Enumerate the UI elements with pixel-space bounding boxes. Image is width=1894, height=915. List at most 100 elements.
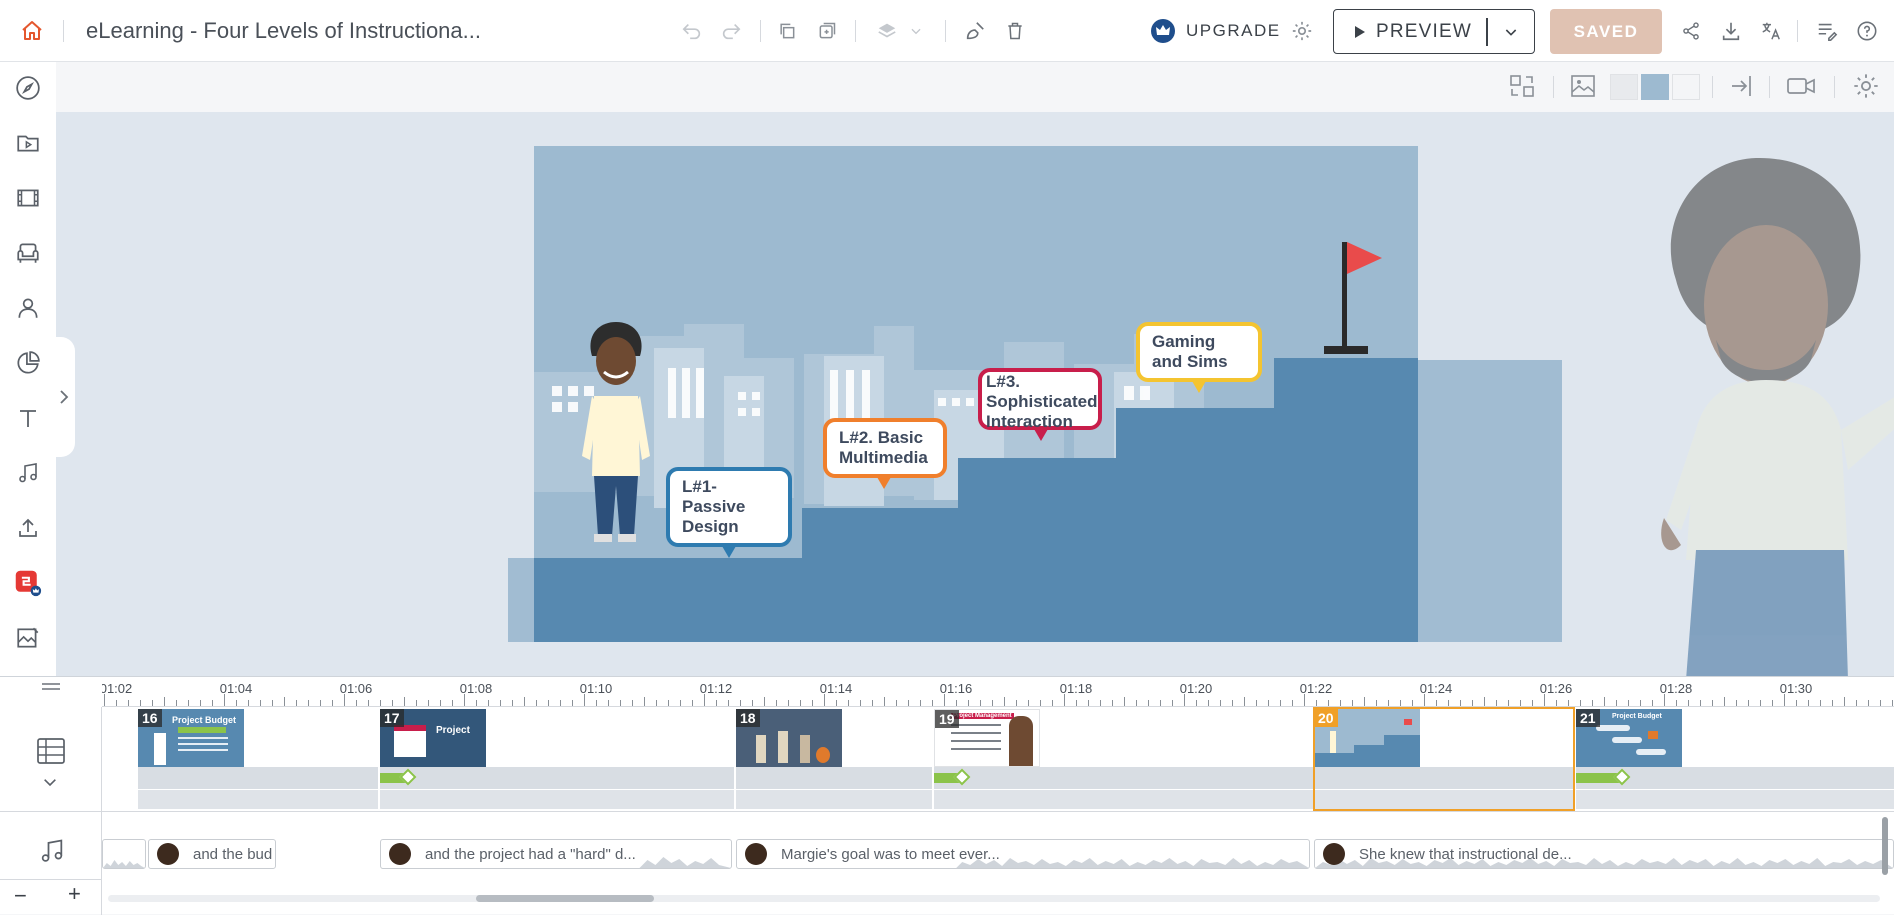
exit-icon[interactable] <box>1728 72 1756 100</box>
gear-icon[interactable] <box>1290 19 1314 43</box>
translate-icon[interactable] <box>1759 19 1783 43</box>
media-library-icon[interactable] <box>14 129 42 157</box>
scene-thumbnail[interactable]: Project Budget 21 <box>1576 709 1682 767</box>
document-title[interactable]: eLearning - Four Levels of Instructiona.… <box>86 18 481 44</box>
scene-16[interactable]: Project Budget 16 <box>138 707 378 811</box>
scene-thumbnail[interactable]: 18 <box>736 709 842 767</box>
ruler-tick <box>1484 697 1485 706</box>
scene-thumbnail[interactable]: Project Budget 16 <box>138 709 244 767</box>
divider <box>0 811 102 812</box>
ruler-tick <box>1244 697 1245 706</box>
timeline-resize-handle[interactable] <box>40 681 62 693</box>
upload-icon[interactable] <box>14 514 42 542</box>
swap-layout-icon[interactable] <box>1508 72 1536 100</box>
saved-button[interactable]: SAVED <box>1550 9 1662 54</box>
timeline-horizontal-scrollbar[interactable] <box>108 895 1880 902</box>
image-icon[interactable] <box>1569 72 1597 100</box>
video-icon[interactable] <box>14 184 42 212</box>
sidebar-expand-toggle[interactable] <box>53 337 75 457</box>
scene-19[interactable]: Project Management 19 <box>934 707 1314 811</box>
ruler-tick <box>440 700 441 706</box>
compass-icon[interactable] <box>14 74 42 102</box>
character-figure[interactable] <box>1586 140 1894 676</box>
timeline-zoom-in-button[interactable]: + <box>68 881 81 907</box>
copy-icon[interactable] <box>775 19 799 43</box>
music-icon[interactable] <box>14 459 42 487</box>
ruler-tick <box>524 697 525 706</box>
audio-clip[interactable]: She knew that instructional de... <box>1314 839 1894 869</box>
music-icon[interactable] <box>38 837 66 865</box>
timeline-zoom-out-button[interactable]: − <box>14 883 27 909</box>
audio-clip[interactable] <box>102 839 146 869</box>
timeline-vertical-scrollbar[interactable] <box>1882 817 1888 875</box>
scene-duration-bar[interactable] <box>138 767 378 789</box>
notes-icon[interactable] <box>1815 19 1839 43</box>
ruler-tick <box>1568 700 1569 706</box>
scene-duration-bar[interactable] <box>380 767 734 789</box>
help-icon[interactable] <box>1855 19 1879 43</box>
speech-bubble-gaming-sims[interactable]: Gaming and Sims <box>1136 322 1262 393</box>
ruler-tick <box>704 694 705 706</box>
preview-main-button[interactable]: PREVIEW <box>1334 10 1486 53</box>
ruler-tick <box>1544 694 1545 706</box>
scene-17[interactable]: Project 17 <box>380 707 734 811</box>
preview-button[interactable]: PREVIEW <box>1333 9 1535 54</box>
scene-duration-bar[interactable] <box>934 767 1314 789</box>
transition-marker[interactable] <box>1576 773 1620 783</box>
brand-plugin-icon[interactable] <box>14 569 42 597</box>
audio-clip-label: and the bud <box>193 846 273 863</box>
upgrade-button[interactable]: UPGRADE <box>1150 17 1281 45</box>
trash-icon[interactable] <box>1003 19 1027 43</box>
scene-duration-bar[interactable] <box>736 767 932 789</box>
swatch-blue-icon[interactable] <box>1641 74 1669 100</box>
bubble-text: L#2. Basic Multimedia <box>839 428 928 467</box>
slide-canvas[interactable]: L#1-Passive Design L#2. Basic Multimedia… <box>534 146 1418 642</box>
scrollbar-thumb[interactable] <box>476 895 654 902</box>
audio-track[interactable]: and the bud and the project had a "hard"… <box>102 835 1894 871</box>
undo-icon[interactable] <box>680 19 704 43</box>
text-icon[interactable] <box>14 404 42 432</box>
audio-clip[interactable]: and the bud <box>148 839 276 869</box>
layers-icon[interactable] <box>875 19 899 43</box>
canvas-stage[interactable]: L#1-Passive Design L#2. Basic Multimedia… <box>56 112 1894 676</box>
swatch-light-icon[interactable] <box>1610 74 1638 100</box>
scene-21[interactable]: Project Budget 21 <box>1576 707 1894 811</box>
share-icon[interactable] <box>1679 19 1703 43</box>
home-icon[interactable] <box>20 19 44 43</box>
ruler-tick <box>1796 700 1797 706</box>
audio-clip[interactable]: Margie's goal was to meet ever... <box>736 839 1310 869</box>
character-icon[interactable] <box>14 294 42 322</box>
speech-bubble-level-1[interactable]: L#1-Passive Design <box>666 467 792 558</box>
furniture-icon[interactable] <box>14 239 42 267</box>
clean-icon[interactable] <box>963 19 987 43</box>
audio-clip[interactable]: and the project had a "hard" d... <box>380 839 732 869</box>
duplicate-icon[interactable] <box>815 19 839 43</box>
redo-icon[interactable] <box>719 19 743 43</box>
scenes-track[interactable]: Project Budget 16 Project 17 18 Project … <box>102 707 1894 811</box>
bubble-tail <box>877 477 891 489</box>
chevron-down-icon[interactable] <box>42 777 58 789</box>
scene-thumbnail[interactable]: Project 17 <box>380 709 486 767</box>
timeline-ruler[interactable]: 01:02 01:04 01:06 01:08 01:10 01:12 01:14 01:16… <box>102 677 1894 707</box>
thumb-line <box>178 749 228 751</box>
camera-icon[interactable] <box>1786 72 1816 100</box>
ruler-tick <box>860 700 861 706</box>
scene-thumbnail[interactable]: Project Management 19 <box>934 709 1040 767</box>
swatch-white-icon[interactable] <box>1672 74 1700 100</box>
ruler-tick <box>1136 700 1137 706</box>
chart-icon[interactable] <box>14 349 42 377</box>
chevron-down-icon[interactable] <box>1488 24 1534 40</box>
ruler-tick <box>956 700 957 706</box>
speech-bubble-level-3[interactable]: L#3. Sophisticated Interaction <box>978 368 1102 441</box>
ruler-tick <box>1616 700 1617 706</box>
ruler-tick <box>800 700 801 706</box>
scenes-track-icon[interactable] <box>36 737 66 765</box>
image-edit-icon[interactable] <box>14 624 42 652</box>
download-icon[interactable] <box>1719 19 1743 43</box>
ruler-tick <box>452 700 453 706</box>
speech-bubble-level-2[interactable]: L#2. Basic Multimedia <box>823 418 947 489</box>
ruler-tick <box>1580 700 1581 706</box>
gear-icon[interactable] <box>1852 72 1880 100</box>
chevron-down-icon[interactable] <box>904 19 928 43</box>
scene-18[interactable]: 18 <box>736 707 932 811</box>
